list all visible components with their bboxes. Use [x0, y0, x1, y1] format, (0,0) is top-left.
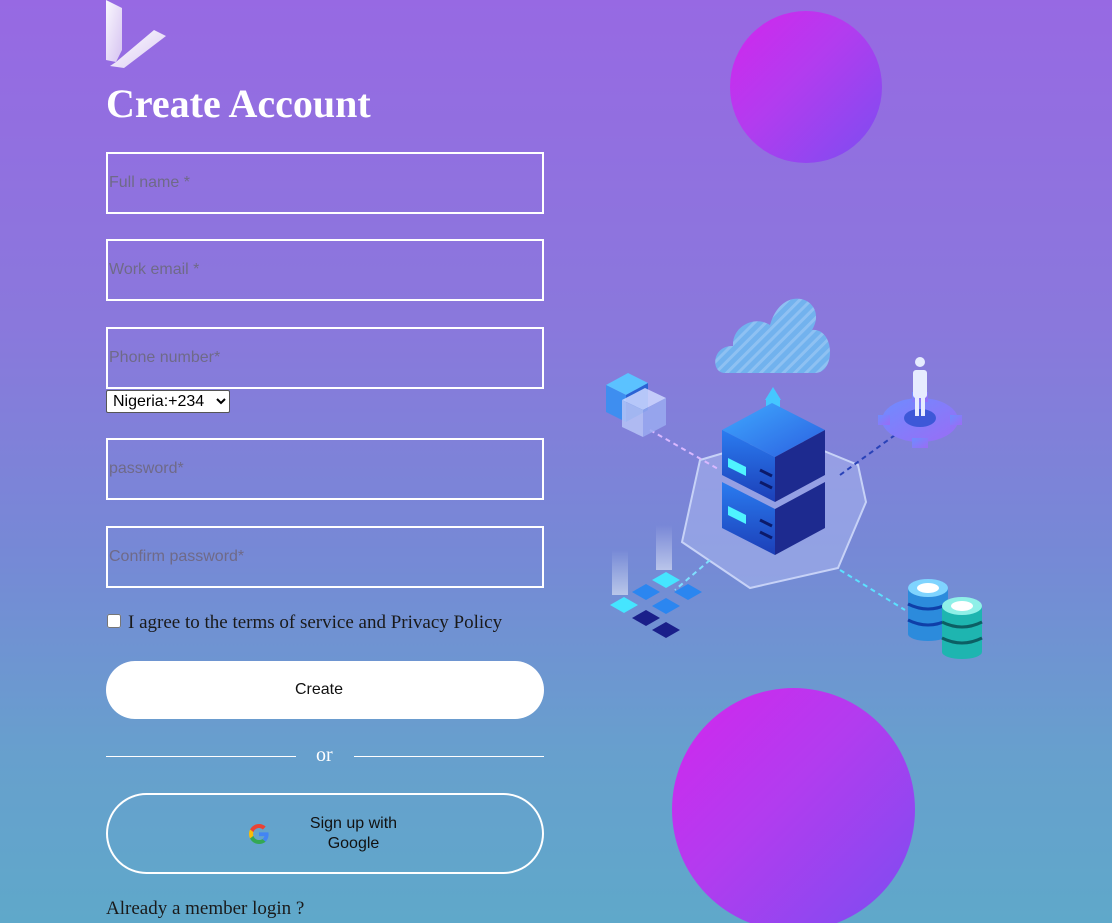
create-button-label: Create	[294, 681, 344, 698]
terms-checkbox[interactable]	[107, 614, 121, 628]
terms-agreement: I agree to the terms of service and Priv…	[106, 612, 502, 634]
cloud-server-illustration	[606, 298, 983, 659]
logo	[106, 0, 168, 68]
divider-line-left	[106, 756, 296, 757]
google-g-icon	[248, 823, 269, 844]
phone-number-field[interactable]	[106, 327, 544, 389]
divider-or-text: or	[316, 744, 333, 766]
terms-label: I agree to the terms of service and Priv…	[128, 612, 503, 633]
decorative-circle-bottom	[672, 688, 915, 923]
password-field[interactable]	[106, 438, 544, 500]
create-button[interactable]: Create	[106, 661, 544, 719]
confirm-password-field[interactable]	[106, 526, 544, 588]
google-signup-button[interactable]: Sign up with Google	[106, 793, 544, 874]
work-email-field[interactable]	[106, 239, 544, 301]
login-link[interactable]: Already a member login ?	[106, 898, 304, 920]
database-icon	[907, 579, 983, 659]
country-code-select[interactable]: Nigeria:+234	[106, 390, 230, 413]
decorative-circle-top	[730, 11, 882, 163]
folders-icon	[606, 373, 666, 437]
server-stack-icon	[722, 403, 825, 555]
page-title: Create Account	[106, 81, 371, 126]
divider-line-right	[354, 756, 544, 757]
user-gear-icon	[878, 357, 962, 448]
v-chevron-logo-icon	[106, 0, 166, 68]
full-name-field[interactable]	[106, 152, 544, 214]
google-signup-label: Sign up with Google	[309, 814, 398, 852]
